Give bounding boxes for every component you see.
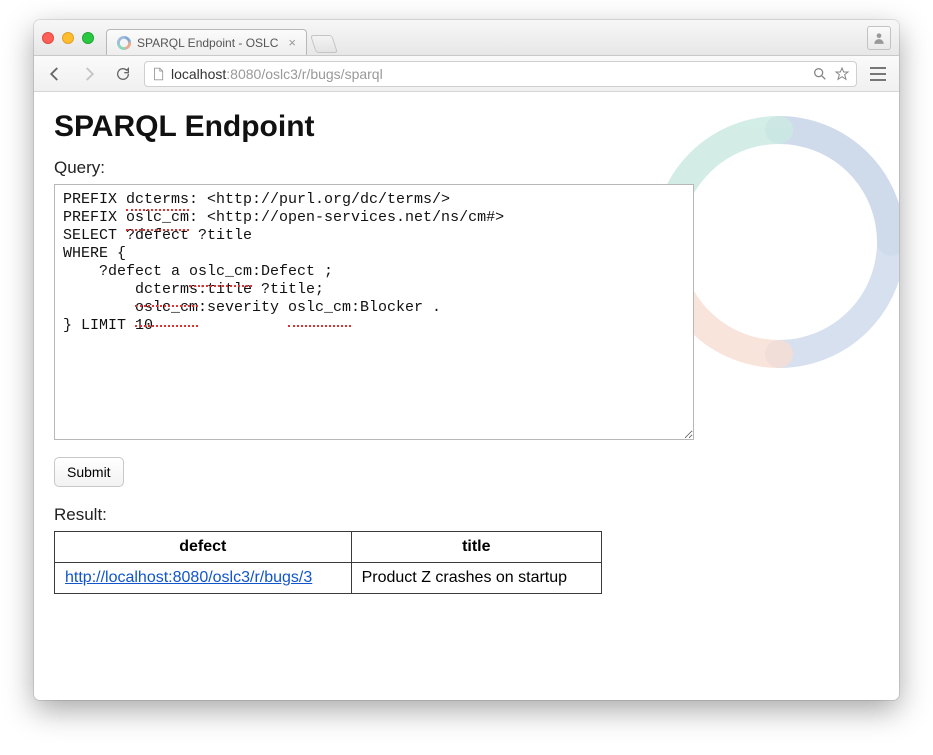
submit-button[interactable]: Submit (54, 457, 124, 487)
query-label: Query: (54, 158, 879, 178)
results-header-defect: defect (55, 532, 352, 563)
url-text: localhost:8080/oslc3/r/bugs/sparql (171, 66, 383, 82)
chevron-right-icon (80, 65, 98, 83)
result-label: Result: (54, 505, 879, 525)
results-table: defect title http://localhost:8080/oslc3… (54, 531, 602, 594)
page-content: SPARQL Endpoint Query: PREFIX dcterms: <… (34, 92, 899, 700)
page-title: SPARQL Endpoint (54, 110, 879, 144)
profile-icon (872, 31, 886, 45)
query-textarea[interactable] (54, 184, 694, 440)
nav-reload-button[interactable] (110, 61, 136, 87)
address-bar[interactable]: localhost:8080/oslc3/r/bugs/sparql (144, 61, 857, 87)
browser-window: SPARQL Endpoint - OSLC × loca (34, 20, 899, 700)
browser-toolbar: localhost:8080/oslc3/r/bugs/sparql (34, 56, 899, 92)
new-tab-button[interactable] (310, 35, 338, 53)
browser-menu-button[interactable] (865, 61, 891, 87)
result-defect-link[interactable]: http://localhost:8080/oslc3/r/bugs/3 (65, 569, 312, 586)
tab-title: SPARQL Endpoint - OSLC (137, 36, 278, 50)
reload-icon (115, 66, 131, 82)
window-titlebar: SPARQL Endpoint - OSLC × (34, 20, 899, 56)
chevron-left-icon (46, 65, 64, 83)
browser-tab[interactable]: SPARQL Endpoint - OSLC × (106, 29, 307, 55)
url-host: localhost (171, 66, 226, 82)
zoom-search-icon[interactable] (812, 66, 828, 82)
nav-back-button[interactable] (42, 61, 68, 87)
url-port: :8080 (226, 66, 261, 82)
nav-forward-button[interactable] (76, 61, 102, 87)
results-header-title: title (351, 532, 601, 563)
tab-favicon-icon (117, 36, 131, 50)
window-zoom-button[interactable] (82, 32, 94, 44)
tab-close-icon[interactable]: × (288, 35, 296, 50)
window-minimize-button[interactable] (62, 32, 74, 44)
result-title-cell: Product Z crashes on startup (351, 563, 601, 594)
results-header-row: defect title (55, 532, 602, 563)
table-row: http://localhost:8080/oslc3/r/bugs/3 Pro… (55, 563, 602, 594)
profile-button[interactable] (867, 26, 891, 50)
bookmark-star-icon[interactable] (834, 66, 850, 82)
page-icon (151, 66, 165, 82)
window-close-button[interactable] (42, 32, 54, 44)
url-path: /oslc3/r/bugs/sparql (261, 66, 382, 82)
window-controls (42, 32, 94, 44)
